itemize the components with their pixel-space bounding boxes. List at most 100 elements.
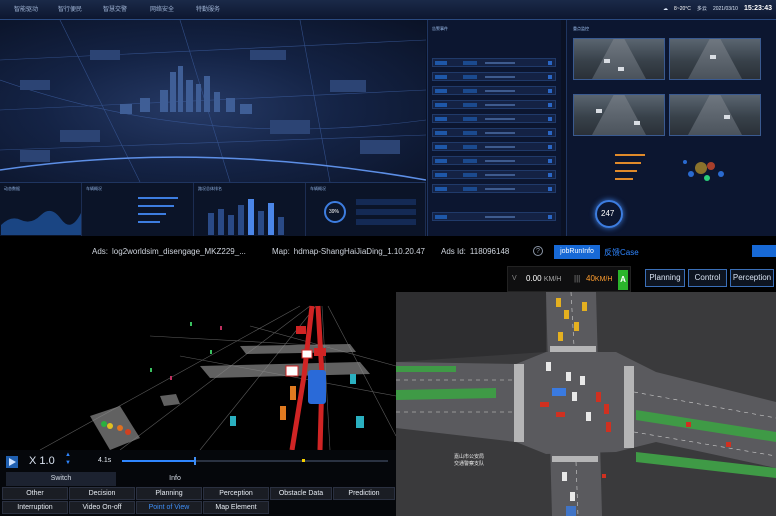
layer-toggle-grid: Other Decision Planning Perception Obsta… <box>0 486 396 516</box>
panel-ranking: 路况总体排名 <box>194 183 306 236</box>
video-toggle-button[interactable]: Video On-off <box>69 501 135 514</box>
camera-feed[interactable] <box>573 94 665 136</box>
panel-title: 重点监控 <box>573 26 589 31</box>
ads-value: log2worldsim_disengage_MKZ229_... <box>112 247 246 256</box>
interruption-button[interactable]: Interruption <box>2 501 68 514</box>
bar-mini-chart <box>208 199 284 235</box>
prediction-button[interactable]: Prediction <box>333 487 395 500</box>
scene-visualizer[interactable] <box>0 266 396 450</box>
control-button[interactable]: Control <box>688 269 727 287</box>
adsid-field: Ads Id: 118096148 <box>441 247 509 256</box>
nav-item[interactable]: 智行便民 <box>58 4 82 13</box>
feedback-case-link[interactable]: 反馈Case <box>604 247 639 258</box>
nav-item[interactable]: 特勤服务 <box>196 4 220 13</box>
rate-up-icon[interactable]: ▲ <box>65 452 71 458</box>
camera-feed[interactable] <box>573 38 665 80</box>
cloud-icon: ☁ <box>663 5 669 12</box>
panel-title: 动态数据 <box>4 186 20 191</box>
list-item[interactable] <box>432 156 556 165</box>
nav-item[interactable]: 智能驱动 <box>14 4 38 13</box>
area-sparkline <box>1 210 81 235</box>
timeline-track[interactable] <box>122 460 388 462</box>
help-icon[interactable]: ? <box>533 246 543 256</box>
gauge-value: 247 <box>601 209 615 218</box>
speed-value: 0.00 <box>526 274 542 283</box>
list-item[interactable] <box>432 184 556 193</box>
alarm-list-panel: 告警事件 <box>427 20 561 236</box>
poi-label: 嘉山市公安局 交通警察支队 <box>454 454 484 468</box>
map-label: Map: <box>272 247 290 256</box>
nav-item[interactable]: 智慧交警 <box>103 4 127 13</box>
list-item[interactable] <box>432 114 556 123</box>
app-root: 智能驱动 智行便民 智慧交警 网络安全 特勤服务 ☁ 8~20°C 多云 202… <box>0 0 776 516</box>
job-run-info-button[interactable]: jobRunInfo <box>554 245 600 259</box>
panel-vehicle-overview-2: 车辆概况 39% <box>306 183 426 236</box>
event-marker[interactable] <box>302 459 305 462</box>
panel-title: 车辆概况 <box>86 186 102 191</box>
adsid-value: 118096148 <box>469 247 510 256</box>
timeline-progress <box>122 460 194 462</box>
ads-label: Ads: <box>92 247 109 256</box>
camera-panel: 重点监控 247 <box>566 20 776 236</box>
map-value: hdmap-ShangHaiJiaDing_1.10.20.47 <box>293 247 425 256</box>
city-render <box>0 20 426 182</box>
list-item[interactable] <box>432 86 556 95</box>
ring-value: 39% <box>329 209 340 215</box>
intersection-map[interactable]: 嘉山市公安局 交通警察支队 <box>396 292 776 516</box>
perception-layer-button[interactable]: Perception <box>203 487 269 500</box>
panel-tabs: Switch Info <box>0 472 396 486</box>
decision-button[interactable]: Decision <box>69 487 135 500</box>
perception-button[interactable]: Perception <box>730 269 774 287</box>
traffic-dashboard-screenshot: 智能驱动 智行便民 智慧交警 网络安全 特勤服务 ☁ 8~20°C 多云 202… <box>0 0 776 236</box>
city-3d-map <box>0 20 426 182</box>
map-element-button[interactable]: Map Element <box>203 501 269 514</box>
tab-switch[interactable]: Switch <box>6 472 116 486</box>
map-render <box>396 292 776 516</box>
list-item[interactable] <box>432 170 556 179</box>
playback-rate[interactable]: X 1.0 <box>29 455 55 467</box>
weather-condition: 多云 <box>696 6 707 12</box>
divider-icon: ||| <box>574 274 581 283</box>
list-item[interactable] <box>432 212 556 221</box>
timeline-handle[interactable] <box>194 457 196 465</box>
heatmap-scatter <box>683 160 724 181</box>
list-item[interactable] <box>432 58 556 67</box>
stats-bars <box>575 150 655 190</box>
list-item[interactable] <box>432 72 556 81</box>
playback-time: 4.1s <box>98 457 112 464</box>
camera-feed[interactable] <box>669 94 761 136</box>
clock: 15:23:43 <box>743 5 772 12</box>
dashboard-top-nav: 智能驱动 智行便民 智慧交警 网络安全 特勤服务 ☁ 8~20°C 多云 202… <box>0 0 776 20</box>
planning-layer-button[interactable]: Planning <box>136 487 202 500</box>
list-item[interactable] <box>432 128 556 137</box>
speed-limit-unit: KM/H <box>594 276 613 283</box>
poi-subname: 交通警察支队 <box>454 461 485 467</box>
play-button[interactable] <box>6 456 18 468</box>
list-item[interactable] <box>432 100 556 109</box>
panel-title: 告警事件 <box>432 26 448 31</box>
planning-button[interactable]: Planning <box>645 269 685 287</box>
toggle-button[interactable] <box>752 245 776 257</box>
other-button[interactable]: Other <box>2 487 68 500</box>
rate-down-icon[interactable]: ▼ <box>65 460 71 466</box>
ads-field: Ads: log2worldsim_disengage_MKZ229_... <box>92 247 246 256</box>
driving-mode-badge: A <box>618 270 628 290</box>
speed-readout: 0.00 KM/H <box>526 274 561 283</box>
tab-info[interactable]: Info <box>120 472 230 486</box>
speed-unit: KM/H <box>543 276 562 283</box>
temperature: 8~20°C <box>674 5 691 12</box>
nav-item[interactable]: 网络安全 <box>150 4 174 13</box>
dashboard-bottom-panels: 动态数据 车辆概况 路况总体排名 车辆概况 39% <box>0 182 426 236</box>
poi-name: 嘉山市公安局 <box>454 454 485 460</box>
weather-widget: ☁ 8~20°C 多云 2021/03/10 15:23:43 <box>663 5 772 12</box>
panel-title: 车辆概况 <box>310 186 326 191</box>
panel-dynamic-data: 动态数据 <box>0 183 82 236</box>
velocity-label: V <box>512 275 517 282</box>
obstacle-data-button[interactable]: Obstacle Data <box>270 487 332 500</box>
date: 2021/03/10 <box>712 5 738 12</box>
list-item[interactable] <box>432 142 556 151</box>
vehicle-status: V 0.00 KM/H ||| 40KM/H A <box>507 266 631 292</box>
gauge: 247 <box>595 200 623 228</box>
camera-feed[interactable] <box>669 38 761 80</box>
point-of-view-button[interactable]: Point of View <box>136 501 202 514</box>
